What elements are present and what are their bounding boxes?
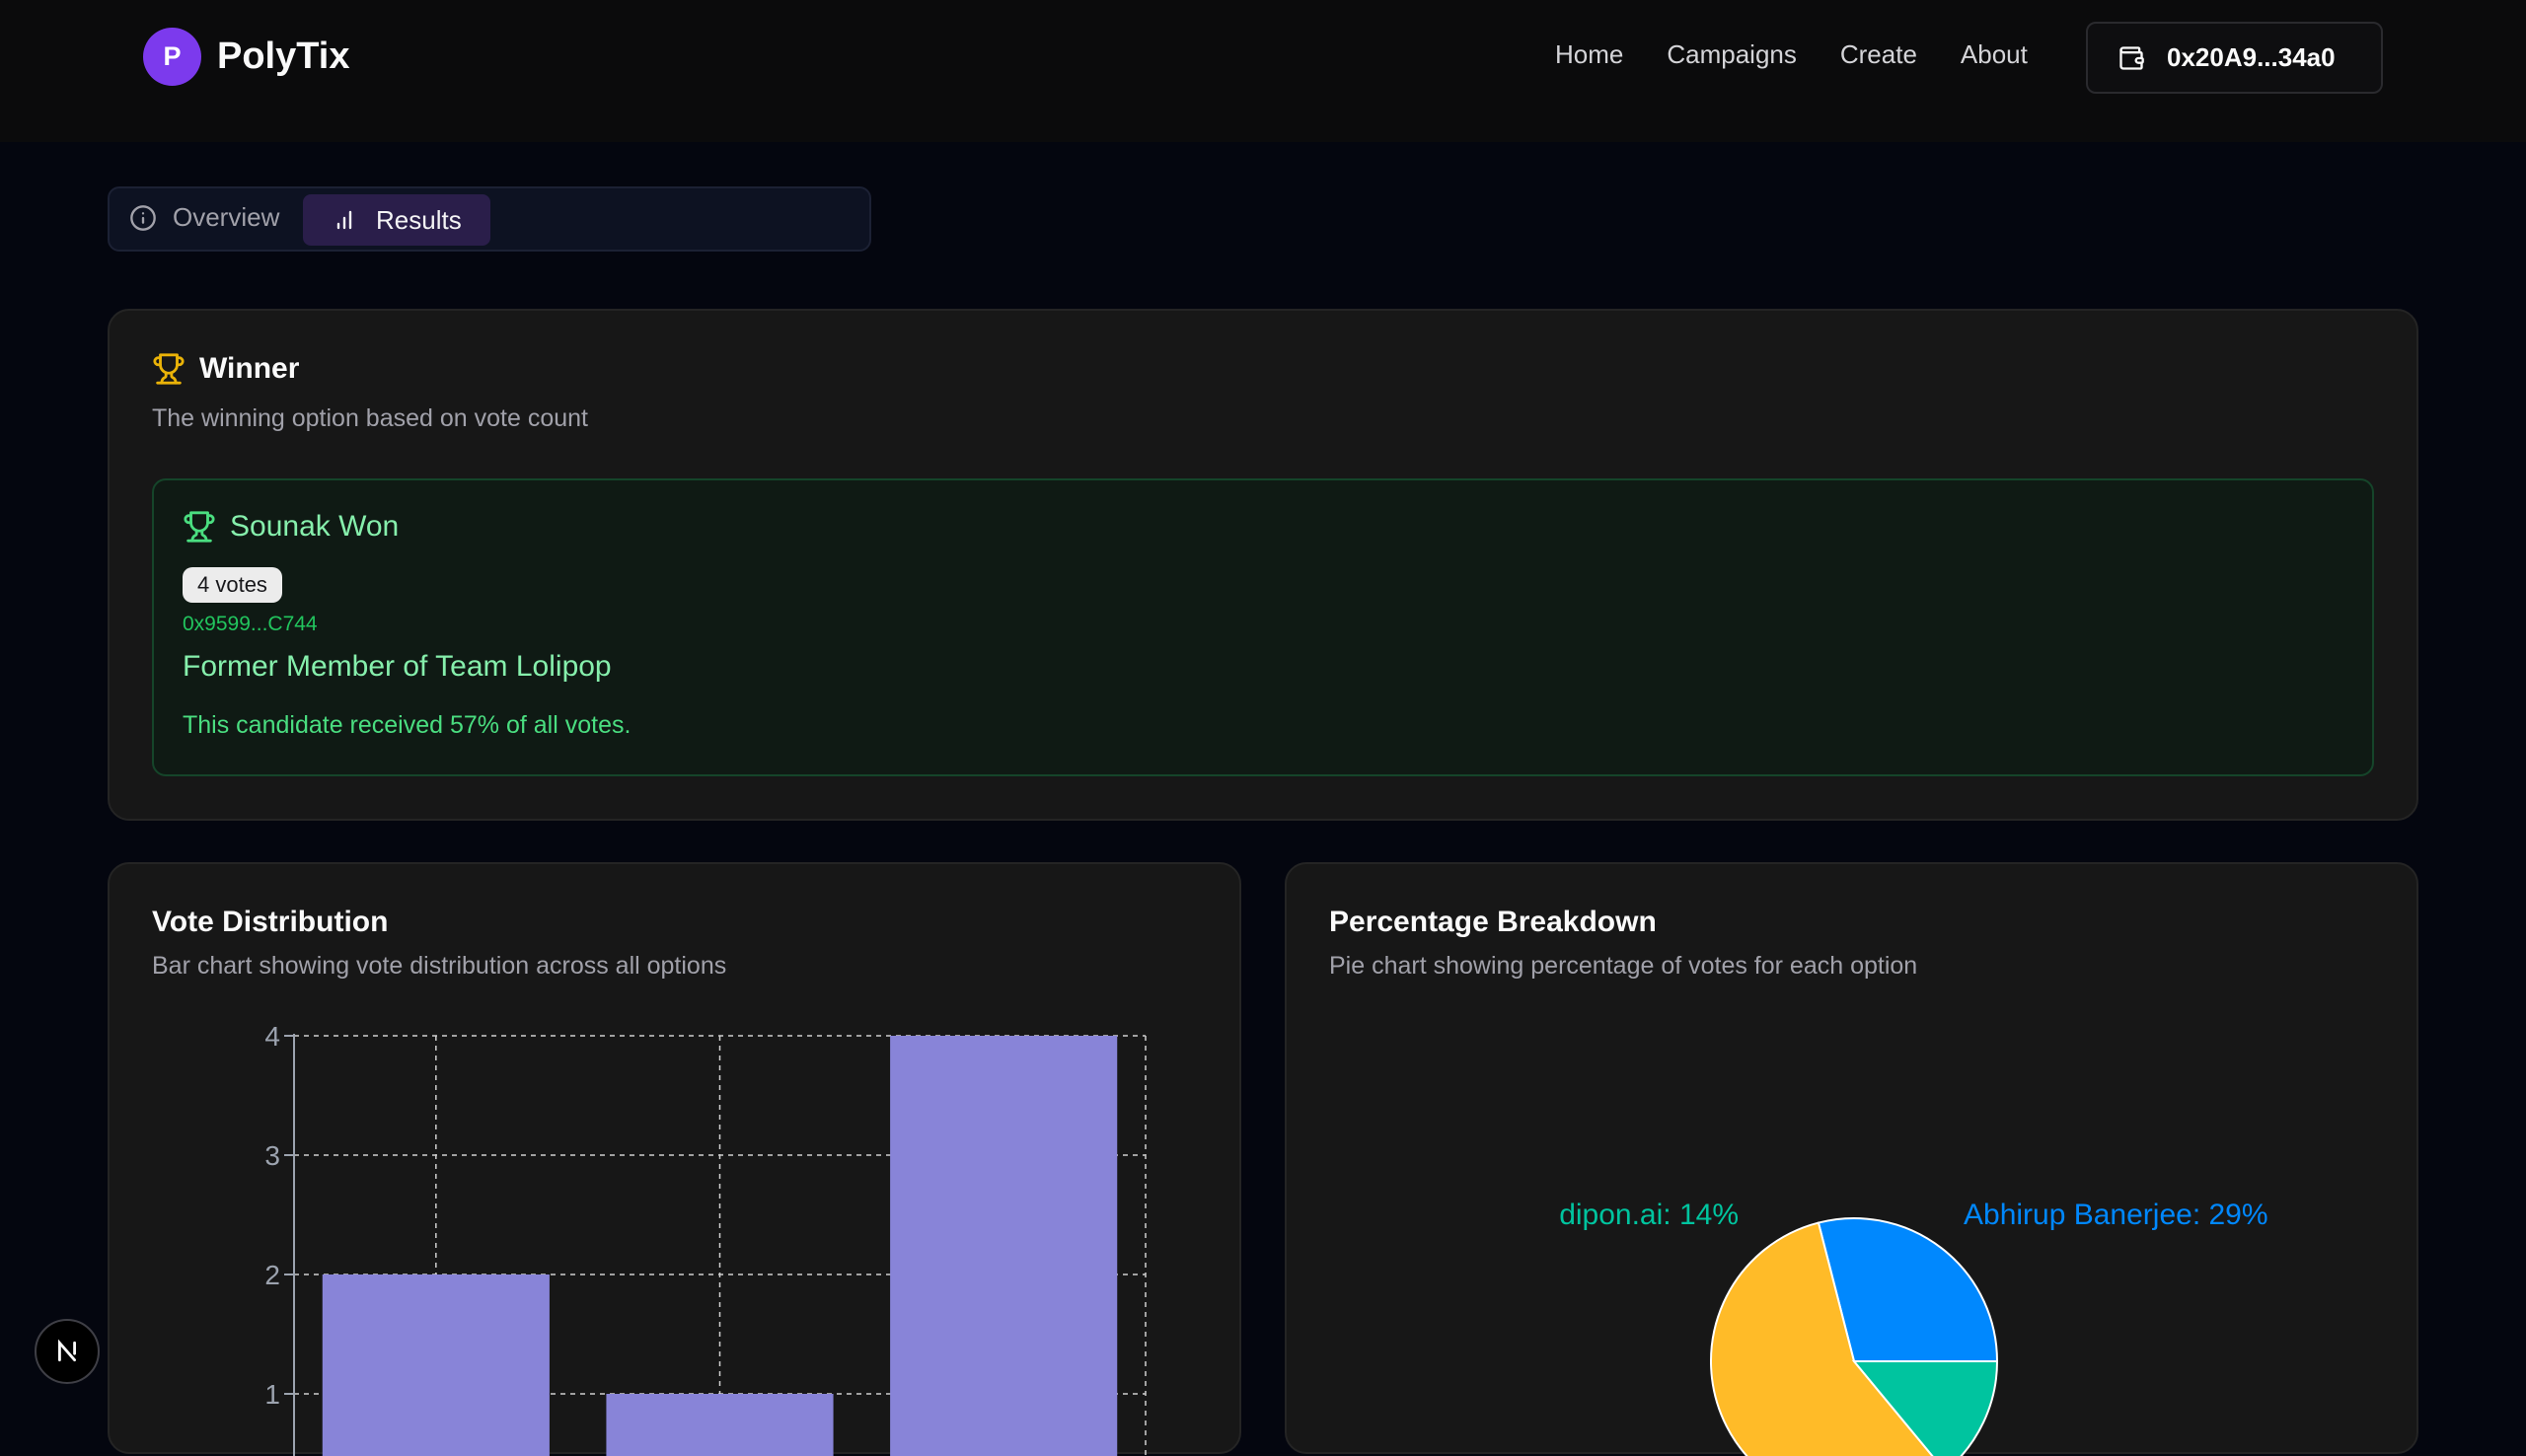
y-tick-label: 3	[264, 1140, 280, 1171]
winner-card-subtitle: The winning option based on vote count	[152, 404, 588, 432]
winner-card-title: Winner	[199, 352, 300, 385]
n-logo-icon	[58, 1339, 76, 1362]
brand-name: PolyTix	[217, 36, 350, 77]
tab-results-label: Results	[376, 204, 462, 235]
nav-home-link[interactable]: Home	[1555, 39, 1623, 70]
y-tick-label: 2	[264, 1260, 280, 1290]
y-tick-label: 1	[264, 1379, 280, 1410]
dev-tools-badge[interactable]	[35, 1319, 100, 1384]
percentage-breakdown-pie-chart: Abhirup Banerjee: 29% dipon.ai: 14%	[1559, 1199, 2268, 1456]
pie-label-dipon: dipon.ai: 14%	[1559, 1199, 1739, 1231]
pie-label-abhirup: Abhirup Banerjee: 29%	[1964, 1199, 2268, 1231]
vote-distribution-card: Vote Distribution Bar chart showing vote…	[108, 862, 1241, 1456]
top-navigation-bar: P PolyTix Home Campaigns Create About 0x…	[0, 0, 2526, 142]
nav-campaigns-link[interactable]: Campaigns	[1667, 39, 1797, 70]
info-icon	[130, 204, 156, 231]
percentage-breakdown-card: Percentage Breakdown Pie chart showing p…	[1285, 862, 2418, 1456]
winner-card-header: Winner	[152, 352, 299, 386]
tab-overview[interactable]: Overview	[129, 202, 279, 233]
tab-results[interactable]: Results	[303, 194, 490, 246]
winner-card: Winner The winning option based on vote …	[108, 309, 2418, 821]
bar	[890, 1036, 1118, 1456]
bar	[606, 1394, 834, 1456]
winner-details: Sounak Won 4 votes 0x9599...C744 Former …	[152, 478, 2374, 776]
nav-create-link[interactable]: Create	[1840, 39, 1917, 70]
nav-about-link[interactable]: About	[1961, 39, 2028, 70]
brand[interactable]: P PolyTix	[143, 28, 349, 86]
main-nav: Home Campaigns Create About	[1555, 39, 2028, 70]
results-tabs: Overview Results	[108, 186, 871, 252]
brand-logo: P	[143, 28, 201, 86]
wallet-address: 0x20A9...34a0	[2167, 42, 2336, 72]
winner-percentage: This candidate received 57% of all votes…	[183, 711, 632, 739]
y-tick-label: 4	[264, 1021, 280, 1052]
bar	[322, 1274, 550, 1456]
winner-name: Sounak Won	[230, 510, 400, 543]
winner-address: 0x9599...C744	[183, 613, 318, 635]
trophy-icon	[184, 511, 215, 543]
winner-heading: Sounak Won	[183, 510, 399, 544]
wallet-button[interactable]: 0x20A9...34a0	[2086, 22, 2383, 94]
votes-badge: 4 votes	[183, 567, 282, 603]
trophy-icon	[153, 353, 185, 385]
bar-chart-icon	[336, 210, 352, 230]
vote-distribution-bar-chart: 1 2 3 4	[264, 1021, 1147, 1456]
winner-description: Former Member of Team Lolipop	[183, 650, 612, 683]
wallet-icon	[2119, 45, 2144, 70]
tab-overview-label: Overview	[173, 202, 280, 232]
